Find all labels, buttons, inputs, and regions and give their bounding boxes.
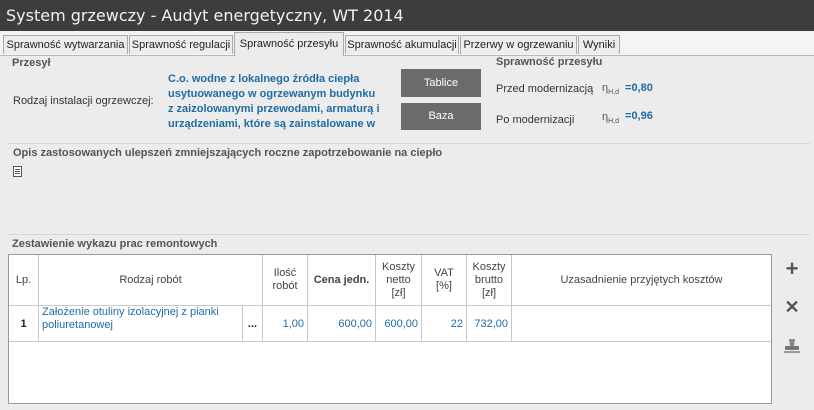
installation-description: C.o. wodne z lokalnego źródła ciepła usy… (168, 72, 394, 132)
before-value: =0,80 (625, 82, 653, 94)
opis-title: Opis zastosowanych ulepszeń zmniejszając… (13, 147, 443, 159)
add-icon[interactable]: + (781, 258, 803, 280)
tab-wyniki[interactable]: Wyniki (578, 35, 620, 54)
installation-line: z zaizolowanymi przewodami, armaturą i (168, 103, 380, 115)
row-uzasadnienie[interactable] (512, 306, 771, 341)
works-title: Zestawienie wykazu prac remontowych (12, 238, 218, 250)
document-icon[interactable] (13, 166, 22, 177)
installation-line: usytuowanego w ogrzewanym budynku (168, 88, 376, 100)
row-brutto: 732,00 (467, 306, 512, 341)
divider (8, 143, 810, 144)
eta-symbol-before: ηH,d (602, 82, 620, 97)
tab-sprawnosc-wytwarzania[interactable]: Sprawność wytwarzania (3, 35, 128, 54)
tab-bar: Sprawność wytwarzania Sprawność regulacj… (0, 31, 814, 56)
row-lp: 1 (9, 306, 39, 341)
row-cena[interactable]: 600,00 (308, 306, 376, 341)
installation-line: C.o. wodne z lokalnego źródła ciepła (168, 73, 360, 85)
efficiency-title: Sprawność przesyłu (496, 56, 603, 68)
tab-sprawnosc-przesylu[interactable]: Sprawność przesyłu (234, 32, 344, 56)
more-button[interactable]: ... (243, 306, 263, 341)
window-title: System grzewczy - Audyt energetyczny, WT… (0, 0, 814, 31)
tablice-button[interactable]: Tablice (401, 69, 481, 97)
row-divider (9, 341, 771, 342)
delete-icon[interactable]: ✕ (781, 296, 803, 318)
after-label: Po modernizacji (496, 114, 575, 126)
row-netto: 600,00 (376, 306, 422, 341)
row-rodzaj[interactable]: Założenie otuliny izolacyjnej z pianki po… (39, 306, 243, 341)
przesyl-title: Przesył (12, 57, 51, 69)
installation-line: urządzeniami, które są zainstalowane w (168, 118, 376, 130)
after-value: =0,96 (625, 110, 653, 122)
row-ilosc[interactable]: 1,00 (263, 306, 308, 341)
tab-przerwy-w-ogrzewaniu[interactable]: Przerwy w ogrzewaniu (460, 35, 577, 54)
works-table[interactable]: Lp. Rodzaj robót Ilość robót Cena jedn. K… (8, 254, 772, 404)
installation-label: Rodzaj instalacji ogrzewczej: (13, 95, 154, 107)
baza-button[interactable]: Baza (401, 103, 481, 130)
table-row[interactable]: 1 Założenie otuliny izolacyjnej z pianki… (9, 255, 771, 343)
before-label: Przed modernizacją (496, 83, 594, 95)
tab-sprawnosc-regulacji[interactable]: Sprawność regulacji (129, 35, 233, 54)
row-vat[interactable]: 22 (422, 306, 467, 341)
stamp-icon[interactable] (781, 335, 803, 357)
eta-symbol-after: ηH,d (602, 111, 620, 126)
tab-sprawnosc-akumulacji[interactable]: Sprawność akumulacji (345, 35, 459, 54)
divider (8, 234, 810, 235)
